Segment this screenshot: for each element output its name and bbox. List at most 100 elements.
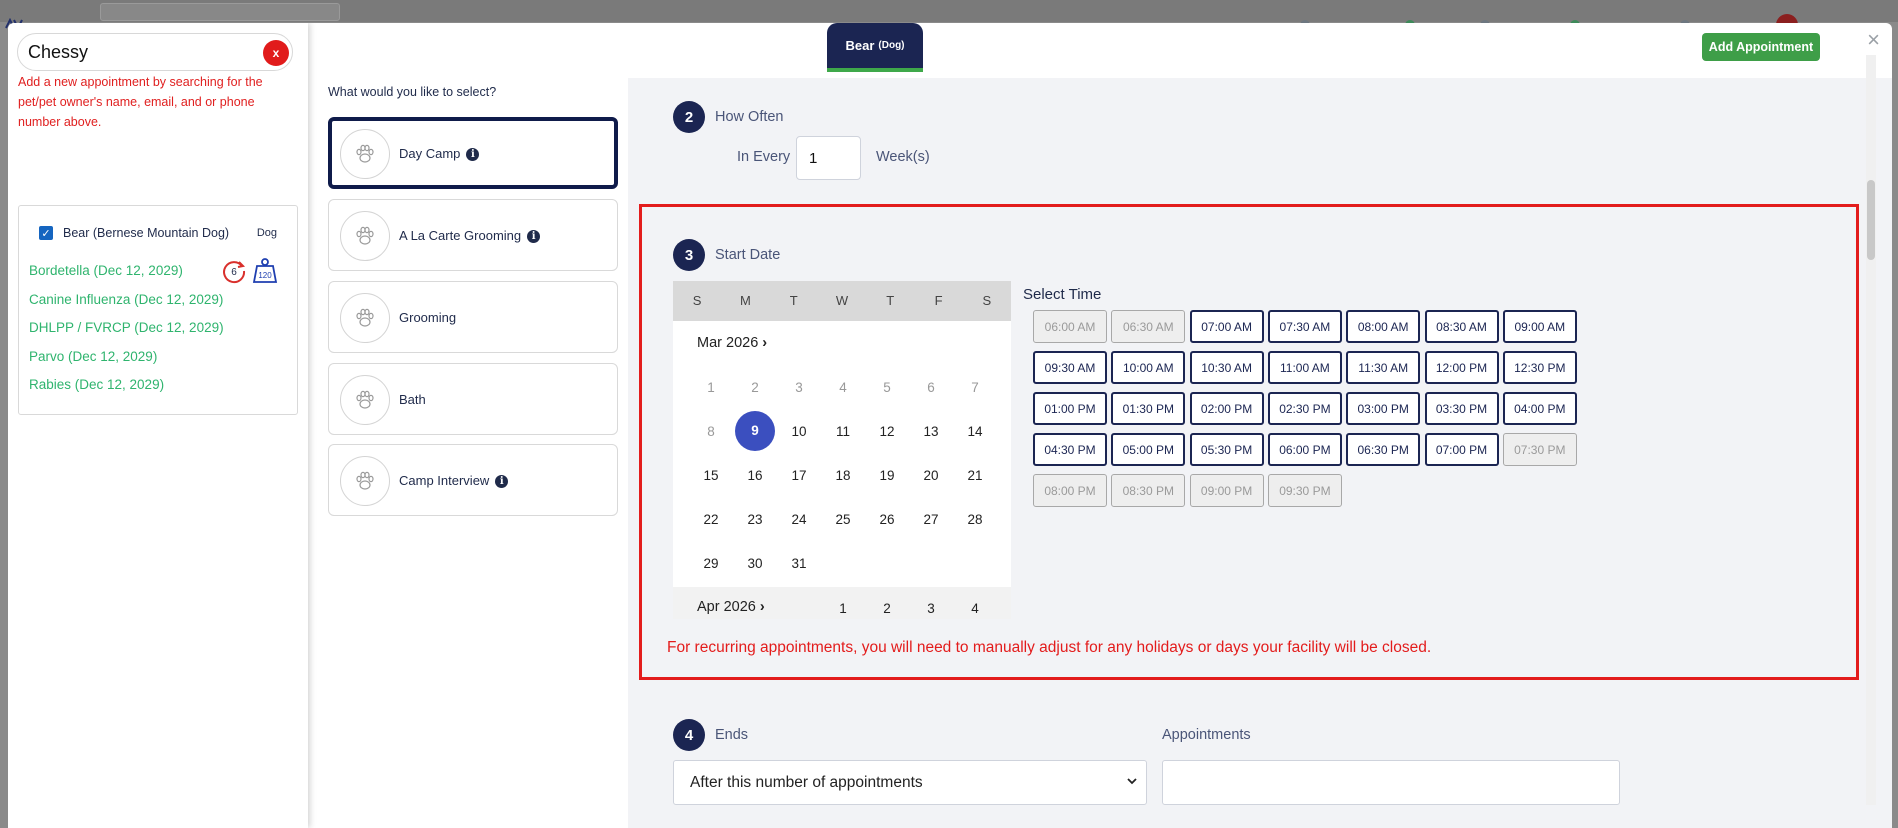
weight-value: 120	[258, 271, 272, 280]
calendar-day[interactable]: 31	[777, 556, 821, 571]
service-list: What would you like to select? Day Camp i…	[308, 23, 628, 828]
calendar-day[interactable]: 29	[689, 556, 733, 571]
calendar-day[interactable]: 17	[777, 468, 821, 483]
calendar-day[interactable]: 21	[953, 468, 997, 483]
paw-icon	[340, 129, 390, 179]
time-slot-button[interactable]: 06:30 PM	[1346, 433, 1421, 466]
time-slot-button[interactable]: 08:30 AM	[1424, 310, 1499, 343]
paw-icon	[340, 456, 390, 506]
tab-pet[interactable]: Bear (Dog)	[827, 23, 923, 72]
calendar-day-disabled: 2	[751, 380, 759, 395]
info-icon[interactable]: i	[495, 475, 509, 489]
add-appointment-button[interactable]: Add Appointment	[1702, 33, 1820, 61]
time-slot-button[interactable]: 03:30 PM	[1424, 392, 1499, 425]
month-label-apr[interactable]: Apr 2026 ›	[697, 599, 765, 615]
calendar-day[interactable]: 3	[909, 601, 953, 616]
calendar-day[interactable]: 20	[909, 468, 953, 483]
appointments-count-input[interactable]	[1162, 760, 1620, 805]
vaccine-item[interactable]: Canine Influenza (Dec 12, 2029)	[29, 291, 224, 320]
calendar-weekday-header: S M T W T F S	[673, 281, 1011, 321]
calendar-day[interactable]: 13	[909, 424, 953, 439]
calendar-day[interactable]: 23	[733, 512, 777, 527]
month-label-mar[interactable]: Mar 2026 ›	[697, 335, 767, 351]
pet-card: ✓ Bear (Bernese Mountain Dog) Dog 6 120 …	[18, 205, 298, 415]
vaccine-item[interactable]: Parvo (Dec 12, 2029)	[29, 348, 224, 377]
scrollbar-thumb[interactable]	[1867, 180, 1875, 260]
refresh-count-icon[interactable]: 6	[221, 258, 247, 284]
pet-name: Bear (Bernese Mountain Dog)	[63, 226, 230, 240]
time-slot-button[interactable]: 09:30 AM	[1033, 351, 1107, 384]
calendar-day[interactable]: 18	[821, 468, 865, 483]
time-slot-button[interactable]: 12:00 PM	[1424, 351, 1499, 384]
service-card-a-la-carte-grooming[interactable]: A La Carte Grooming i	[328, 199, 618, 271]
tab-pet-name: Bear	[845, 38, 875, 53]
month-name: Mar 2026	[697, 335, 759, 351]
service-card-day-camp[interactable]: Day Camp i	[328, 117, 618, 189]
calendar-day-disabled: 3	[795, 380, 803, 395]
search-input[interactable]	[28, 42, 248, 63]
service-card-bath[interactable]: Bath	[328, 363, 618, 435]
time-slot-button[interactable]: 11:30 AM	[1346, 351, 1421, 384]
time-slot-button[interactable]: 12:30 PM	[1502, 351, 1577, 384]
paw-icon	[340, 211, 390, 261]
pet-species: Dog	[256, 227, 277, 239]
calendar-day[interactable]: 26	[865, 512, 909, 527]
time-slot-button[interactable]: 05:00 PM	[1111, 433, 1186, 466]
service-card-grooming[interactable]: Grooming	[328, 281, 618, 353]
time-slot-button[interactable]: 03:00 PM	[1346, 392, 1421, 425]
scrollbar-track[interactable]	[1866, 55, 1876, 805]
close-icon[interactable]: ×	[1867, 29, 1880, 51]
calendar-day[interactable]: 15	[689, 468, 733, 483]
info-icon[interactable]: i	[527, 230, 541, 244]
time-slot-button[interactable]: 02:00 PM	[1189, 392, 1264, 425]
calendar-day[interactable]: 12	[865, 424, 909, 439]
time-slot-button[interactable]: 07:30 AM	[1267, 310, 1342, 343]
calendar-day[interactable]: 11	[821, 424, 865, 439]
calendar-day[interactable]: 22	[689, 512, 733, 527]
time-slot-button[interactable]: 04:00 PM	[1502, 392, 1577, 425]
time-slot-button[interactable]: 07:00 PM	[1424, 433, 1499, 466]
step-2-badge: 2	[673, 101, 705, 133]
calendar-day[interactable]: 1	[821, 601, 865, 616]
time-slot-button[interactable]: 11:00 AM	[1267, 351, 1342, 384]
vaccine-item[interactable]: DHLPP / FVRCP (Dec 12, 2029)	[29, 319, 224, 348]
pet-checkbox[interactable]: ✓	[39, 226, 53, 240]
time-slot-button[interactable]: 04:30 PM	[1033, 433, 1107, 466]
recurring-warning: For recurring appointments, you will nee…	[667, 639, 1432, 656]
service-card-camp-interview[interactable]: Camp Interview i	[328, 444, 618, 516]
time-slot-button[interactable]: 05:30 PM	[1189, 433, 1264, 466]
ends-select[interactable]: After this number of appointments	[673, 760, 1147, 805]
time-slot-button[interactable]: 09:00 AM	[1502, 310, 1577, 343]
info-icon[interactable]: i	[466, 148, 480, 162]
calendar-day[interactable]: 28	[953, 512, 997, 527]
service-name: Day Camp	[399, 146, 461, 161]
calendar-day[interactable]: 2	[865, 601, 909, 616]
step-3-badge: 3	[673, 239, 705, 271]
calendar-day[interactable]: 25	[821, 512, 865, 527]
time-slot-button[interactable]: 10:00 AM	[1111, 351, 1186, 384]
time-slot-button[interactable]: 06:00 PM	[1267, 433, 1342, 466]
time-slot-button[interactable]: 10:30 AM	[1189, 351, 1264, 384]
calendar-day[interactable]: 19	[865, 468, 909, 483]
time-slot-button[interactable]: 07:00 AM	[1189, 310, 1264, 343]
calendar-day[interactable]: 4	[953, 601, 997, 616]
time-slot-button[interactable]: 01:30 PM	[1111, 392, 1186, 425]
time-slot-button[interactable]: 02:30 PM	[1267, 392, 1342, 425]
service-name: Grooming	[399, 310, 457, 325]
weekday-label: S	[982, 293, 992, 308]
calendar-day[interactable]: 14	[953, 424, 997, 439]
vaccine-item[interactable]: Bordetella (Dec 12, 2029)	[29, 262, 224, 291]
calendar-day[interactable]: 10	[777, 424, 821, 439]
calendar-day[interactable]: 16	[733, 468, 777, 483]
time-slot-button[interactable]: 08:00 AM	[1346, 310, 1421, 343]
calendar-day-selected[interactable]: 9	[735, 411, 775, 451]
calendar-day[interactable]: 24	[777, 512, 821, 527]
calendar-day[interactable]: 30	[733, 556, 777, 571]
clear-search-button[interactable]: x	[263, 40, 289, 66]
paw-icon	[340, 293, 390, 343]
calendar-day[interactable]: 27	[909, 512, 953, 527]
vaccine-item[interactable]: Rabies (Dec 12, 2029)	[29, 376, 224, 405]
frequency-input[interactable]	[796, 136, 861, 180]
chevron-right-icon: ›	[759, 599, 765, 615]
time-slot-button[interactable]: 01:00 PM	[1033, 392, 1107, 425]
